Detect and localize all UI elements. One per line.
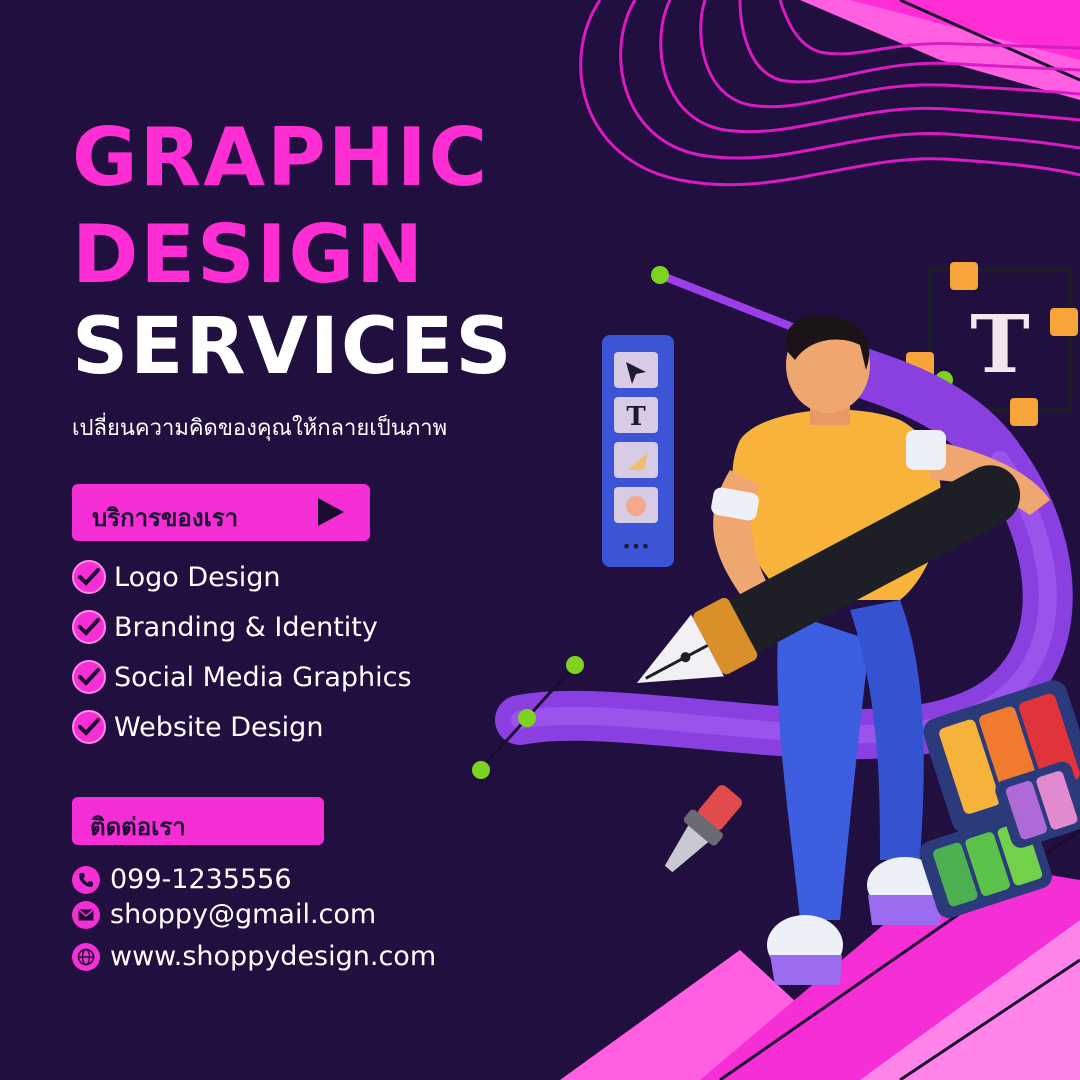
phone-icon bbox=[72, 865, 100, 894]
play-icon bbox=[318, 498, 344, 526]
vector-node-top bbox=[651, 266, 669, 284]
services-heading: บริการของเรา bbox=[92, 504, 239, 532]
services-heading-button[interactable]: บริการของเรา bbox=[72, 484, 370, 541]
headline-line-1: GRAPHIC bbox=[72, 111, 490, 204]
contact-website[interactable]: www.shoppydesign.com bbox=[72, 941, 436, 972]
check-icon bbox=[72, 660, 106, 694]
eyedropper-tool bbox=[664, 785, 742, 873]
phone-number: 099-1235556 bbox=[110, 864, 292, 895]
check-icon bbox=[72, 560, 106, 594]
contact-heading: ติดต่อเรา bbox=[90, 813, 186, 841]
globe-icon bbox=[72, 942, 100, 971]
service-item-logo: Logo Design bbox=[72, 560, 281, 594]
toolbar-type-letter: T bbox=[626, 402, 646, 432]
mail-icon bbox=[72, 900, 100, 929]
service-item-branding: Branding & Identity bbox=[72, 610, 378, 644]
subtitle: เปลี่ยนความคิดของคุณให้กลายเป็นภาพ bbox=[72, 416, 448, 441]
contact-phone[interactable]: 099-1235556 bbox=[72, 864, 292, 895]
toolbar-more: ••• bbox=[622, 537, 650, 556]
website-url: www.shoppydesign.com bbox=[110, 941, 437, 972]
service-item-website: Website Design bbox=[72, 710, 323, 744]
check-icon bbox=[72, 710, 106, 744]
contact-heading-button[interactable]: ติดต่อเรา bbox=[72, 797, 324, 845]
service-item-social-media: Social Media Graphics bbox=[72, 660, 412, 694]
headline-line-3: SERVICES bbox=[72, 302, 514, 392]
text-box-letter: T bbox=[970, 297, 1030, 391]
check-icon bbox=[72, 610, 106, 644]
poster: T ••• T GRAPHIC DESIGN SERVICES เปลี่ยนค… bbox=[0, 0, 1080, 1080]
headline-line-2: DESIGN bbox=[72, 208, 426, 301]
service-label: Social Media Graphics bbox=[114, 661, 412, 693]
service-label: Website Design bbox=[114, 711, 324, 743]
contact-email[interactable]: shoppy@gmail.com bbox=[72, 899, 376, 930]
email-address: shoppy@gmail.com bbox=[110, 899, 377, 930]
tool-panel: T ••• bbox=[602, 335, 674, 567]
service-label: Branding & Identity bbox=[114, 611, 378, 643]
service-label: Logo Design bbox=[114, 561, 281, 593]
